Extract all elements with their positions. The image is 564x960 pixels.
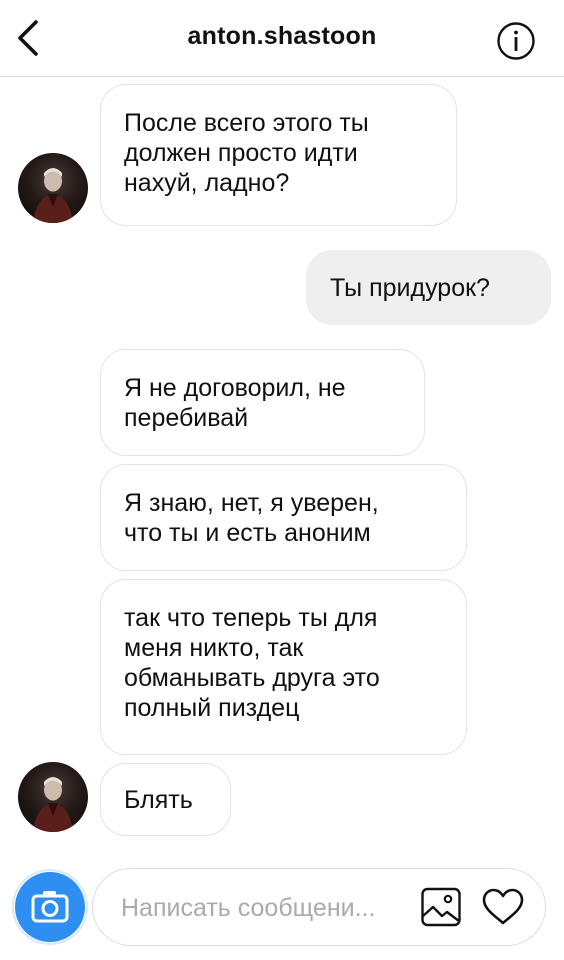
avatar-photo — [33, 777, 73, 832]
avatar[interactable] — [18, 762, 88, 832]
incoming-message-bubble: После всего этого ты должен просто идти … — [100, 84, 457, 226]
like-button[interactable] — [481, 887, 525, 927]
incoming-message-bubble: Я знаю, нет, я уверен, что ты и есть ано… — [100, 464, 467, 571]
incoming-message-bubble: Блять — [100, 763, 231, 836]
info-button[interactable] — [496, 21, 536, 61]
message-text: Ты придурок? — [330, 273, 490, 302]
avatar-photo — [33, 168, 73, 223]
gallery-button[interactable] — [420, 886, 462, 928]
camera-button[interactable] — [15, 872, 85, 942]
incoming-message-bubble: Я не договорил, не перебивай — [100, 349, 425, 456]
page-title[interactable]: anton.shastoon — [0, 22, 564, 51]
heart-icon — [482, 888, 524, 925]
outgoing-message-bubble: Ты придурок? — [306, 250, 551, 325]
info-icon — [497, 22, 535, 60]
image-icon — [421, 887, 461, 927]
message-input[interactable] — [119, 889, 408, 927]
avatar[interactable] — [18, 153, 88, 223]
camera-icon — [31, 891, 69, 923]
chat-header: anton.shastoon — [0, 0, 564, 77]
incoming-message-bubble: так что теперь ты для меня никто, так об… — [100, 579, 467, 755]
message-composer — [92, 868, 546, 946]
